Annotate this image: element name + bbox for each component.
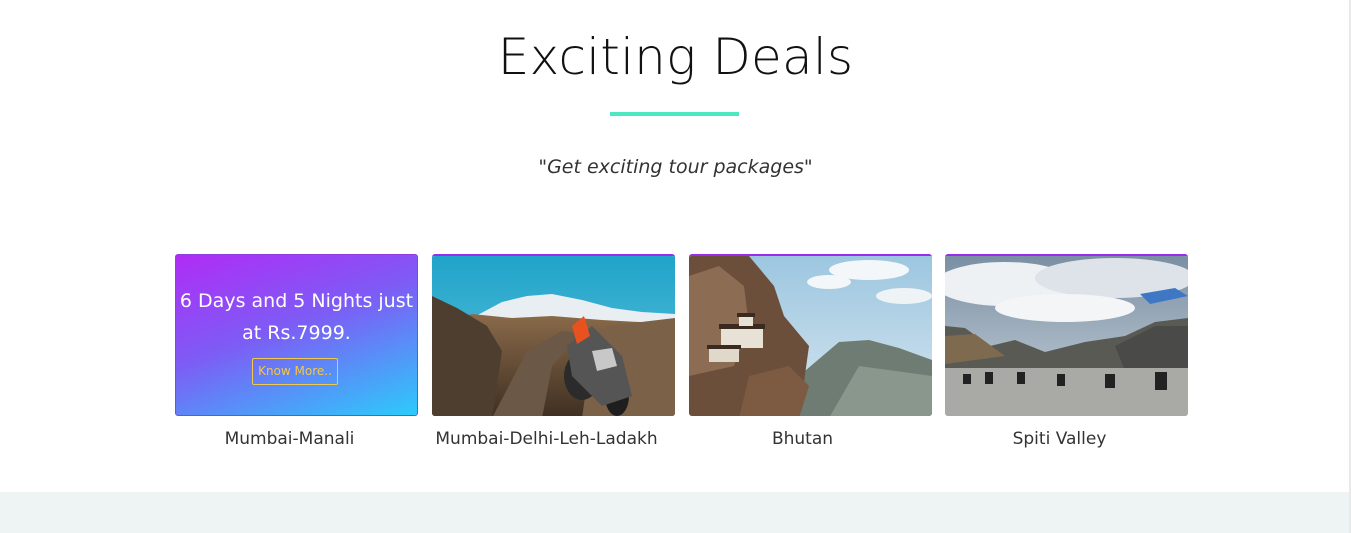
motorbike-mountain-road-image	[432, 256, 675, 416]
card-label-bhutan[interactable]: Bhutan	[681, 429, 924, 449]
deal-card-leh-ladakh[interactable]	[432, 254, 675, 416]
card-label-spiti-valley[interactable]: Spiti Valley	[938, 429, 1181, 449]
deal-card-spiti-valley[interactable]	[945, 254, 1188, 416]
promo-text: 6 Days and 5 Nights just at Rs.7999.	[179, 290, 414, 344]
card-label-mumbai-manali[interactable]: Mumbai-Manali	[168, 429, 411, 449]
footer-band	[0, 492, 1351, 533]
section-title: Exciting Deals	[497, 28, 854, 86]
card-label-leh-ladakh[interactable]: Mumbai-Delhi-Leh-Ladakh	[425, 429, 668, 449]
know-more-button[interactable]: Know More..	[252, 358, 338, 385]
section-subtitle: "Get exciting tour packages"	[538, 156, 813, 178]
riders-on-plateau-image	[945, 256, 1188, 416]
title-underline	[610, 112, 739, 116]
deal-card-mumbai-manali[interactable]: 6 Days and 5 Nights just at Rs.7999. Kno…	[175, 254, 418, 416]
deal-card-bhutan[interactable]	[689, 254, 932, 416]
cliff-monastery-image	[689, 256, 932, 416]
deals-section: Exciting Deals "Get exciting tour packag…	[0, 0, 1351, 533]
